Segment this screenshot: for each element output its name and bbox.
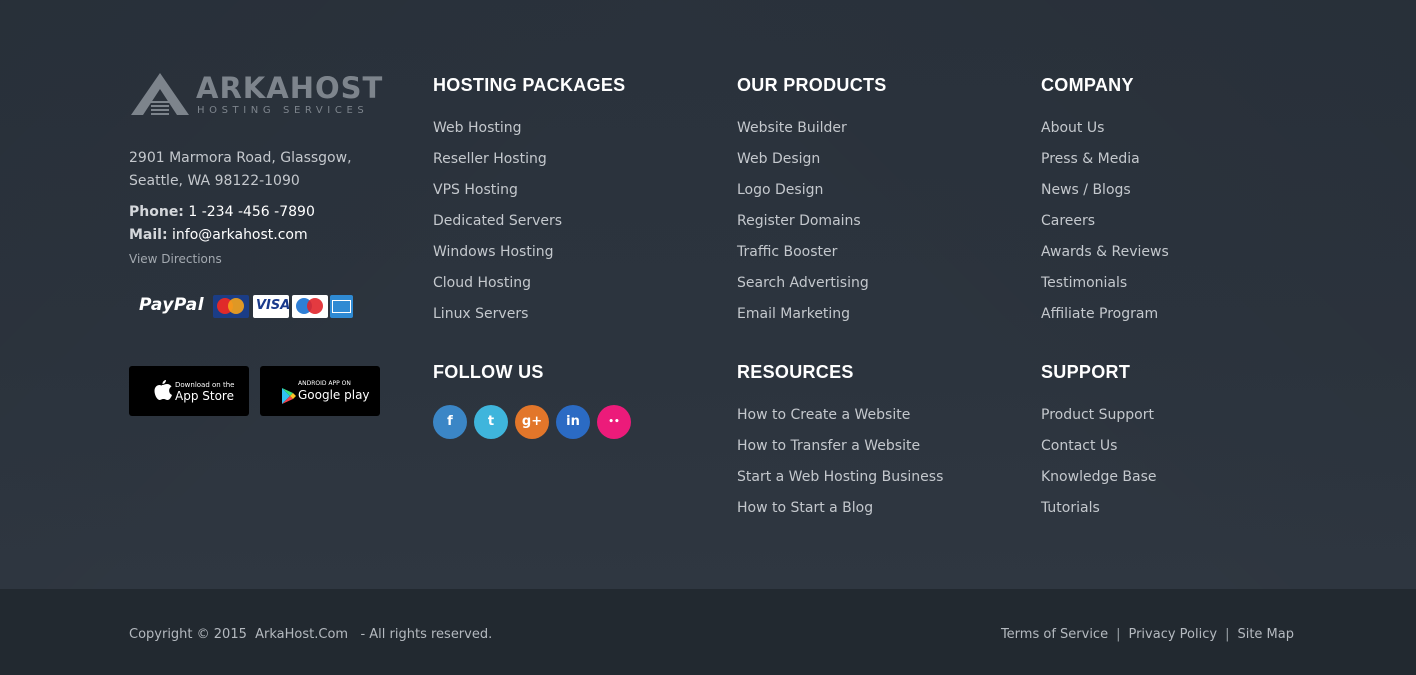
- list-item[interactable]: Tutorials: [1041, 499, 1157, 530]
- phone-label: Phone:: [129, 204, 184, 220]
- facebook-icon[interactable]: f: [433, 405, 467, 439]
- phone-line: Phone: 1 -234 -456 -7890: [129, 204, 315, 220]
- list-item[interactable]: Contact Us: [1041, 437, 1157, 468]
- brand-logo[interactable]: ARKAHOST HOSTING SERVICES: [129, 71, 382, 117]
- list-item[interactable]: Register Domains: [737, 212, 869, 243]
- list-item[interactable]: Search Advertising: [737, 274, 869, 305]
- list-item[interactable]: How to Start a Blog: [737, 499, 943, 530]
- google-plus-icon[interactable]: g+: [515, 405, 549, 439]
- maestro-icon: [292, 295, 328, 318]
- list-item[interactable]: Testimonials: [1041, 274, 1169, 305]
- separator: |: [1116, 627, 1121, 642]
- address: 2901 Marmora Road, Glassgow, Seattle, WA…: [129, 147, 389, 193]
- mastercard-icon: [213, 295, 249, 318]
- list-item[interactable]: VPS Hosting: [433, 181, 562, 212]
- list-item[interactable]: Logo Design: [737, 181, 869, 212]
- paypal-logo: PayPal: [139, 295, 205, 315]
- list-item[interactable]: Traffic Booster: [737, 243, 869, 274]
- list-item[interactable]: Windows Hosting: [433, 243, 562, 274]
- apple-icon: [154, 380, 172, 400]
- view-directions-link[interactable]: View Directions: [129, 252, 222, 266]
- list-item[interactable]: Careers: [1041, 212, 1169, 243]
- list-item[interactable]: Website Builder: [737, 119, 869, 150]
- support-list: Product Support Contact Us Knowledge Bas…: [1041, 406, 1157, 530]
- list-item[interactable]: About Us: [1041, 119, 1169, 150]
- logo-mark-icon: [131, 73, 189, 115]
- follow-us-title: FOLLOW US: [433, 362, 544, 382]
- our-products-title: OUR PRODUCTS: [737, 75, 887, 95]
- address-line-2: Seattle, WA 98122-1090: [129, 173, 300, 189]
- our-products-list: Website Builder Web Design Logo Design R…: [737, 119, 869, 336]
- mail-label: Mail:: [129, 227, 168, 243]
- list-item[interactable]: Start a Web Hosting Business: [737, 468, 943, 499]
- google-play-badge[interactable]: ANDROID APP ON Google play: [260, 366, 380, 416]
- terms-of-service-link[interactable]: Terms of Service: [1001, 627, 1108, 642]
- mail-line: Mail: info@arkahost.com: [129, 227, 308, 243]
- google-play-big-text: Google play: [298, 388, 370, 402]
- google-play-small-text: ANDROID APP ON: [298, 380, 351, 387]
- visa-icon: VISA: [253, 295, 289, 318]
- list-item[interactable]: Awards & Reviews: [1041, 243, 1169, 274]
- american-express-icon: [330, 295, 353, 318]
- list-item[interactable]: Product Support: [1041, 406, 1157, 437]
- app-store-badge[interactable]: Download on the App Store: [129, 366, 249, 416]
- app-store-small-text: Download on the: [175, 381, 235, 389]
- brand-name: ARKAHOST: [196, 71, 384, 105]
- list-item[interactable]: Reseller Hosting: [433, 150, 562, 181]
- flickr-icon[interactable]: ••: [597, 405, 631, 439]
- resources-title: RESOURCES: [737, 362, 854, 382]
- list-item[interactable]: Web Design: [737, 150, 869, 181]
- list-item[interactable]: Knowledge Base: [1041, 468, 1157, 499]
- list-item[interactable]: How to Create a Website: [737, 406, 943, 437]
- privacy-policy-link[interactable]: Privacy Policy: [1128, 627, 1217, 642]
- brand-tagline: HOSTING SERVICES: [197, 105, 369, 116]
- site-map-link[interactable]: Site Map: [1237, 627, 1294, 642]
- support-title: SUPPORT: [1041, 362, 1131, 382]
- address-line-1: 2901 Marmora Road, Glassgow,: [129, 150, 352, 166]
- legal-links: Terms of Service | Privacy Policy | Site Map: [1001, 627, 1294, 642]
- list-item[interactable]: Linux Servers: [433, 305, 562, 336]
- list-item[interactable]: Affiliate Program: [1041, 305, 1169, 336]
- list-item[interactable]: Cloud Hosting: [433, 274, 562, 305]
- app-store-big-text: App Store: [175, 389, 234, 403]
- footer-main: ARKAHOST HOSTING SERVICES 2901 Marmora R…: [0, 0, 1416, 589]
- list-item[interactable]: Dedicated Servers: [433, 212, 562, 243]
- hosting-packages-list: Web Hosting Reseller Hosting VPS Hosting…: [433, 119, 562, 336]
- company-title: COMPANY: [1041, 75, 1134, 95]
- mail-address[interactable]: info@arkahost.com: [172, 227, 308, 243]
- list-item[interactable]: Web Hosting: [433, 119, 562, 150]
- twitter-icon[interactable]: t: [474, 405, 508, 439]
- visa-label: VISA: [256, 298, 289, 313]
- list-item[interactable]: Press & Media: [1041, 150, 1169, 181]
- hosting-packages-title: HOSTING PACKAGES: [433, 75, 626, 95]
- list-item[interactable]: Email Marketing: [737, 305, 869, 336]
- phone-number[interactable]: 1 -234 -456 -7890: [188, 204, 315, 220]
- company-list: About Us Press & Media News / Blogs Care…: [1041, 119, 1169, 336]
- list-item[interactable]: News / Blogs: [1041, 181, 1169, 212]
- google-play-icon: [282, 388, 296, 404]
- list-item[interactable]: How to Transfer a Website: [737, 437, 943, 468]
- separator: |: [1225, 627, 1230, 642]
- linkedin-icon[interactable]: in: [556, 405, 590, 439]
- resources-list: How to Create a Website How to Transfer …: [737, 406, 943, 530]
- copyright-text: Copyright © 2015 ArkaHost.Com - All righ…: [129, 627, 493, 642]
